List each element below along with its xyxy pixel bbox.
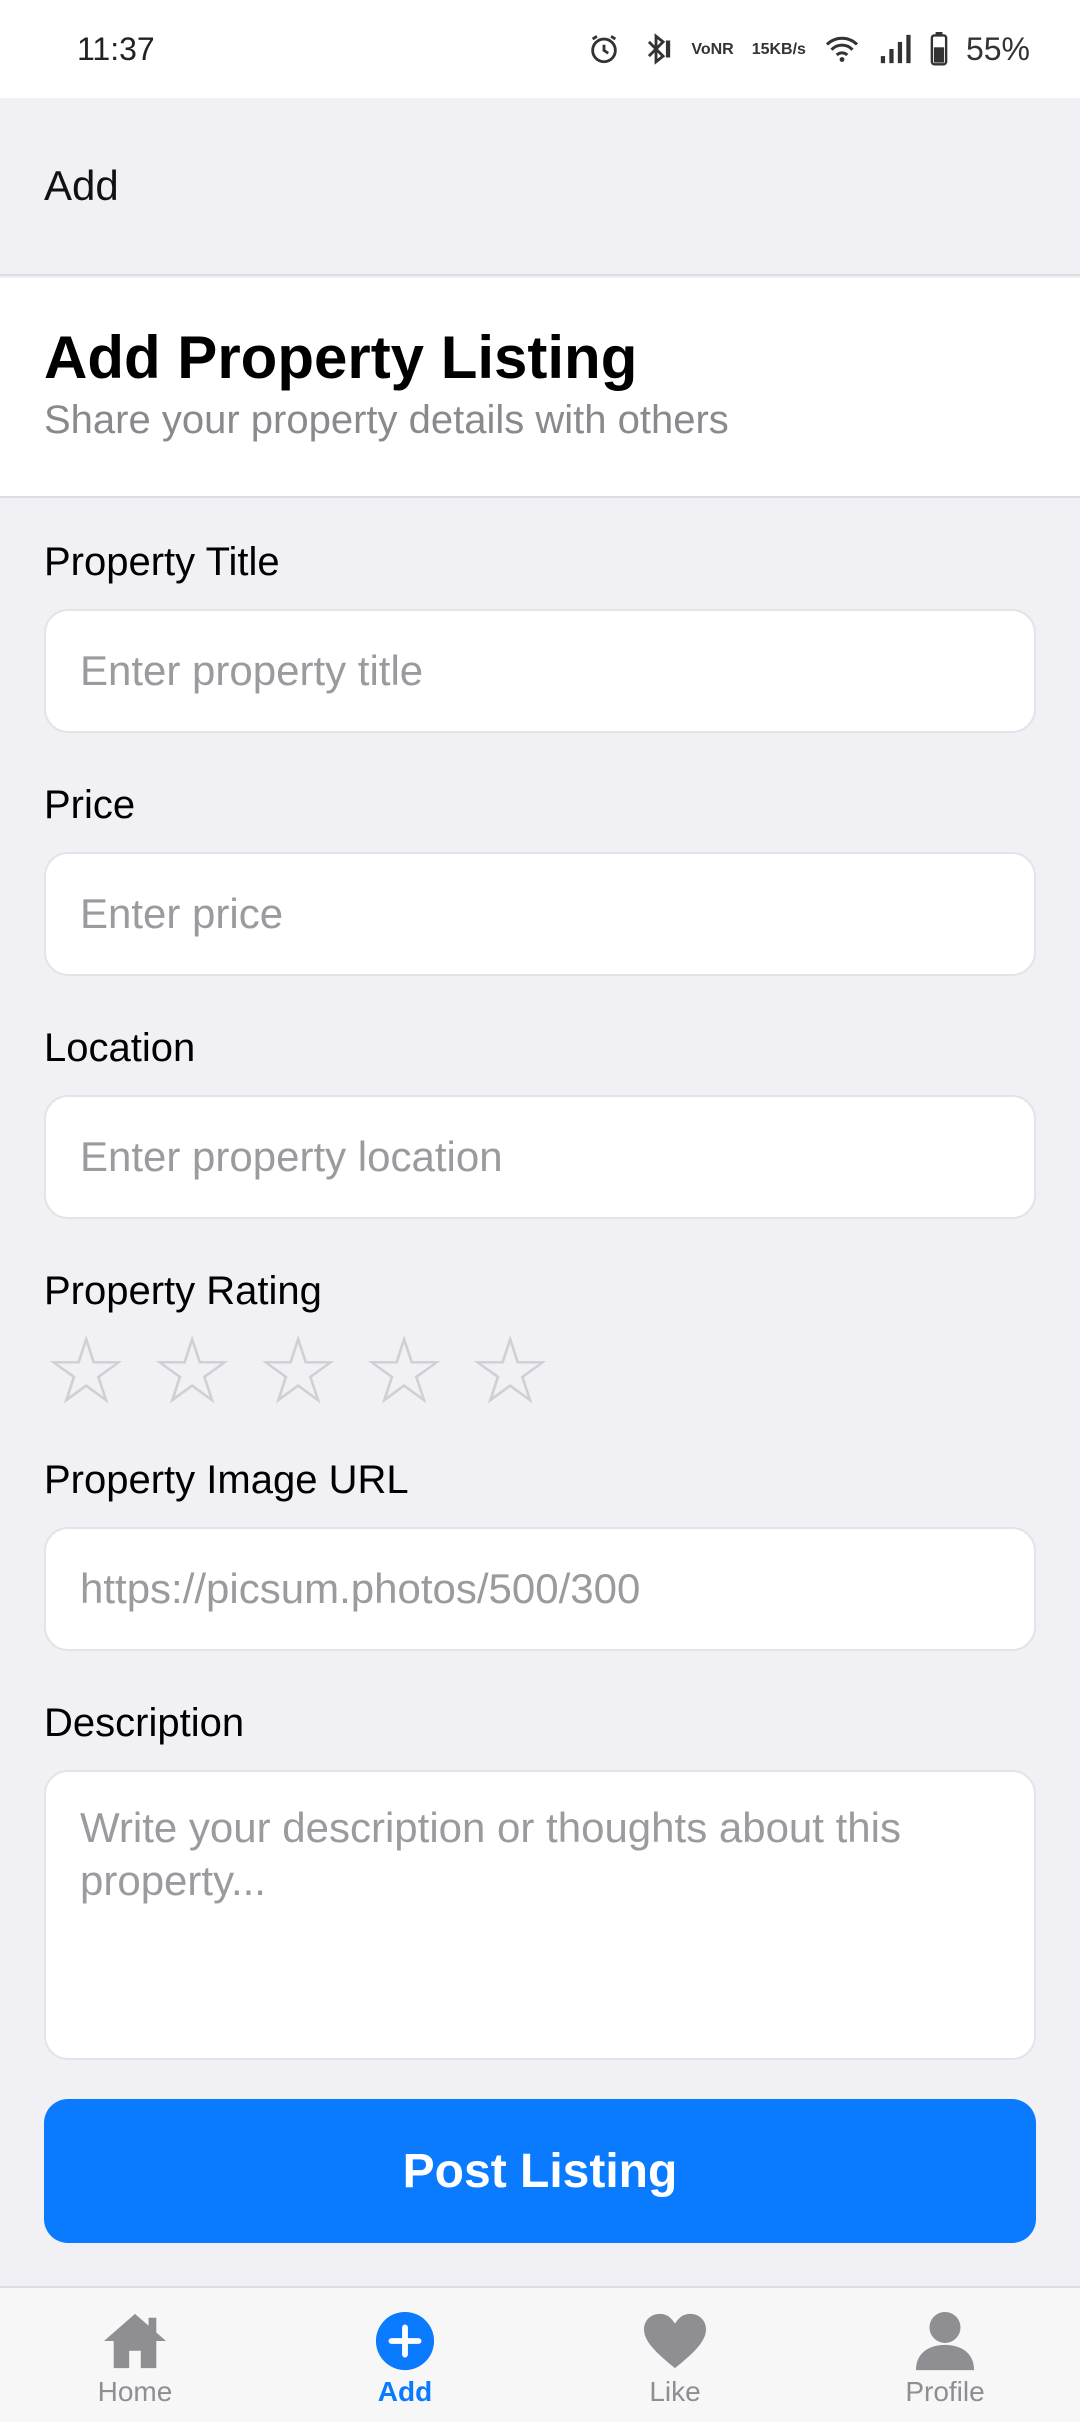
- tab-profile[interactable]: Profile: [845, 2310, 1045, 2408]
- price-input[interactable]: [44, 852, 1036, 976]
- location-label: Location: [44, 1026, 196, 1070]
- network-speed: 15 KB/s: [752, 41, 806, 58]
- title-group: Property Title: [44, 540, 1036, 733]
- status-bar: 11:37 Vo NR 15 KB/s 55%: [0, 0, 1080, 98]
- description-textarea[interactable]: [44, 1770, 1036, 2060]
- network-speed-unit: KB/s: [769, 40, 806, 58]
- bluetooth-icon: [639, 32, 673, 66]
- image-url-input[interactable]: [44, 1527, 1036, 1651]
- signal-icon: [878, 33, 912, 65]
- page-subtitle: Share your property details with others: [44, 398, 729, 442]
- tab-add-label: Add: [377, 2376, 433, 2407]
- status-time: 11:37: [77, 30, 155, 67]
- tab-profile-label: Profile: [905, 2376, 985, 2407]
- location-input[interactable]: [44, 1095, 1036, 1219]
- heart-icon: [644, 2313, 706, 2369]
- volte-top-text: Vo: [691, 40, 711, 58]
- star-1-icon[interactable]: ☆: [44, 1324, 128, 1418]
- battery-icon: [930, 32, 948, 66]
- price-group: Price: [44, 783, 1036, 976]
- listing-form: Property Title Price Location Property R…: [44, 540, 1036, 2115]
- home-icon: [104, 2313, 166, 2369]
- tab-like-label: Like: [649, 2376, 701, 2407]
- star-2-icon[interactable]: ☆: [150, 1324, 234, 1418]
- location-group: Location: [44, 1026, 1036, 1219]
- bottom-tab-bar: Home Add Like Profile: [0, 2286, 1080, 2422]
- status-icons: Vo NR 15 KB/s 55%: [587, 31, 1030, 68]
- alarm-icon: [587, 32, 621, 66]
- rating-stars: ☆ ☆ ☆ ☆ ☆: [44, 1324, 1036, 1418]
- description-group: Description: [44, 1701, 1036, 2065]
- tab-home-label: Home: [97, 2376, 173, 2407]
- network-speed-value: 15: [751, 40, 770, 58]
- volte-icon: Vo NR: [691, 41, 733, 58]
- post-listing-button[interactable]: Post Listing: [44, 2099, 1036, 2243]
- wifi-icon: [824, 33, 860, 65]
- title-label: Property Title: [44, 540, 280, 584]
- app-bar-title: Add: [44, 162, 119, 209]
- battery-percentage: 55%: [965, 30, 1030, 67]
- person-icon: [915, 2311, 975, 2371]
- star-3-icon[interactable]: ☆: [256, 1324, 340, 1418]
- tab-like[interactable]: Like: [575, 2310, 775, 2408]
- rating-group: Property Rating ☆ ☆ ☆ ☆ ☆: [44, 1269, 1036, 1418]
- volte-bottom-text: NR: [710, 40, 734, 58]
- star-4-icon[interactable]: ☆: [362, 1324, 446, 1418]
- header-card: Add Property Listing Share your property…: [0, 278, 1080, 498]
- title-input[interactable]: [44, 609, 1036, 733]
- star-5-icon[interactable]: ☆: [468, 1324, 552, 1418]
- price-label: Price: [44, 783, 136, 827]
- rating-label: Property Rating: [44, 1269, 322, 1313]
- tab-home[interactable]: Home: [35, 2310, 235, 2408]
- image-url-group: Property Image URL: [44, 1458, 1036, 1651]
- app-bar: Add: [0, 98, 1080, 276]
- page-title: Add Property Listing: [44, 324, 638, 391]
- tab-add[interactable]: Add: [305, 2310, 505, 2408]
- add-circle-icon: [375, 2311, 435, 2371]
- description-label: Description: [44, 1701, 245, 1745]
- image-url-label: Property Image URL: [44, 1458, 409, 1502]
